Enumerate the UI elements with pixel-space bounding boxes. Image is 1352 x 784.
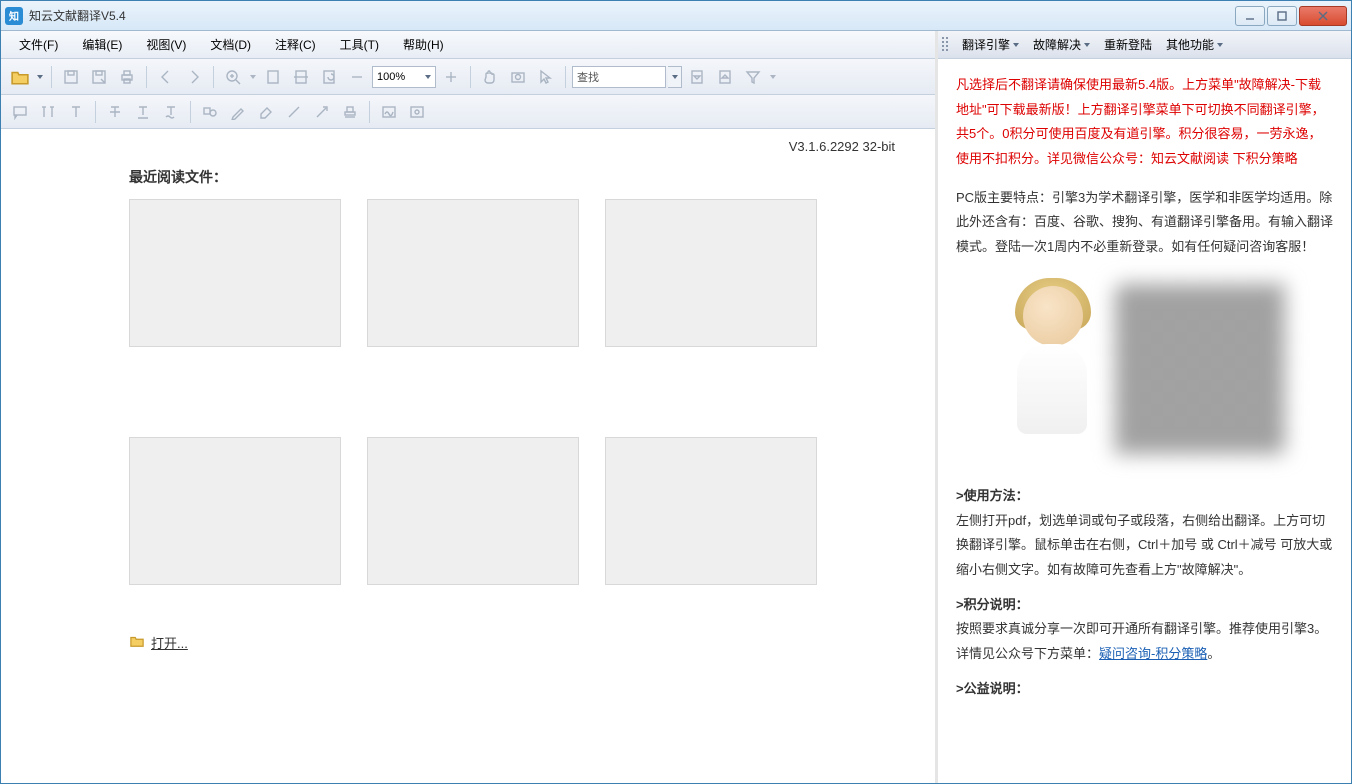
notice-text: 凡选择后不翻译请确保使用最新5.4版。上方菜单"故障解决-下载地址"可下载最新版… [956, 73, 1333, 172]
open-button[interactable] [7, 64, 33, 90]
menu-view[interactable]: 视图(V) [136, 33, 196, 56]
search-input[interactable]: 查找 [572, 66, 666, 88]
points-text: 按照要求真诚分享一次即可开通所有翻译引擎。推荐使用引擎3。详情见公众号下方菜单：… [956, 617, 1333, 666]
squiggly-button[interactable] [158, 99, 184, 125]
features-text: PC版主要特点：引擎3为学术翻译引擎，医学和非医学均适用。除此外还含有：百度、谷… [956, 186, 1333, 260]
zoom-out-small-button[interactable] [344, 64, 370, 90]
minimize-button[interactable] [1235, 6, 1265, 26]
person-illustration [995, 274, 1115, 454]
menu-engine[interactable]: 翻译引擎 [956, 33, 1025, 56]
menu-help[interactable]: 帮助(H) [393, 33, 454, 56]
window-title: 知云文献翻译V5.4 [29, 7, 1233, 24]
usage-title: >使用方法： [956, 484, 1333, 509]
maximize-button[interactable] [1267, 6, 1297, 26]
grip-icon [942, 37, 950, 53]
recent-file-thumb[interactable] [605, 437, 817, 585]
find-prev-button[interactable] [684, 64, 710, 90]
find-next-button[interactable] [712, 64, 738, 90]
toolbar-main: 100% 查找 [1, 59, 935, 95]
app-icon: 知 [5, 7, 23, 25]
menubar: 文件(F) 编辑(E) 视图(V) 文档(D) 注释(C) 工具(T) 帮助(H… [1, 31, 935, 59]
left-panel: 文件(F) 编辑(E) 视图(V) 文档(D) 注释(C) 工具(T) 帮助(H… [1, 31, 938, 783]
note-button[interactable] [7, 99, 33, 125]
fit-width-button[interactable] [288, 64, 314, 90]
hand-tool-button[interactable] [477, 64, 503, 90]
menu-edit[interactable]: 编辑(E) [72, 33, 132, 56]
sign-button[interactable] [376, 99, 402, 125]
rotate-button[interactable] [316, 64, 342, 90]
open-dropdown[interactable] [35, 75, 45, 79]
right-menubar: 翻译引擎 故障解决 重新登陆 其他功能 [938, 31, 1351, 59]
menu-relogin[interactable]: 重新登陆 [1098, 33, 1158, 56]
highlight-button[interactable] [63, 99, 89, 125]
titlebar: 知 知云文献翻译V5.4 [1, 1, 1351, 31]
menu-troubleshoot[interactable]: 故障解决 [1027, 33, 1096, 56]
translation-panel: 翻译引擎 故障解决 重新登陆 其他功能 凡选择后不翻译请确保使用最新5.4版。上… [938, 31, 1351, 783]
close-button[interactable] [1299, 6, 1347, 26]
filter-button[interactable] [740, 64, 766, 90]
stamp-button[interactable] [337, 99, 363, 125]
prev-page-button[interactable] [153, 64, 179, 90]
zoom-dropdown[interactable] [248, 75, 258, 79]
snapshot-button[interactable] [505, 64, 531, 90]
zoom-in-small-button[interactable] [438, 64, 464, 90]
save-button[interactable] [58, 64, 84, 90]
open-file-label: 打开... [151, 633, 188, 652]
menu-other[interactable]: 其他功能 [1160, 33, 1229, 56]
select-tool-button[interactable] [533, 64, 559, 90]
recent-file-thumb[interactable] [367, 199, 579, 347]
zoom-in-button[interactable] [220, 64, 246, 90]
menu-annotate[interactable]: 注释(C) [265, 33, 326, 56]
points-link[interactable]: 疑问咨询-积分策略 [1099, 646, 1207, 661]
menu-tools[interactable]: 工具(T) [330, 33, 389, 56]
menu-document[interactable]: 文档(D) [200, 33, 261, 56]
toolbar-annotate [1, 95, 935, 129]
open-file-link[interactable]: 打开... [129, 633, 188, 652]
recent-file-thumb[interactable] [605, 199, 817, 347]
recent-file-thumb[interactable] [129, 199, 341, 347]
search-dropdown[interactable] [668, 66, 682, 88]
document-area: V3.1.6.2292 32-bit 最近阅读文件： 打开... [1, 129, 935, 783]
save-as-button[interactable] [86, 64, 112, 90]
strikeout-button[interactable] [102, 99, 128, 125]
folder-icon [129, 634, 145, 651]
info-content: 凡选择后不翻译请确保使用最新5.4版。上方菜单"故障解决-下载地址"可下载最新版… [938, 59, 1351, 783]
recent-file-thumb[interactable] [129, 437, 341, 585]
underline-button[interactable] [130, 99, 156, 125]
shapes-button[interactable] [197, 99, 223, 125]
line-button[interactable] [281, 99, 307, 125]
arrow-button[interactable] [309, 99, 335, 125]
menu-file[interactable]: 文件(F) [9, 33, 68, 56]
pencil-button[interactable] [225, 99, 251, 125]
usage-text: 左侧打开pdf，划选单词或句子或段落，右侧给出翻译。上方可切换翻译引擎。鼠标单击… [956, 509, 1333, 583]
points-title: >积分说明： [956, 593, 1333, 618]
text-select-button[interactable] [35, 99, 61, 125]
eraser-button[interactable] [253, 99, 279, 125]
app-window: 知 知云文献翻译V5.4 文件(F) 编辑(E) 视图(V) 文档(D) 注释(… [0, 0, 1352, 784]
qr-image [995, 274, 1295, 474]
charity-title: >公益说明： [956, 677, 1333, 702]
recent-files-title: 最近阅读文件： [129, 167, 895, 187]
recent-file-thumb[interactable] [367, 437, 579, 585]
attach-button[interactable] [404, 99, 430, 125]
window-controls [1233, 6, 1347, 26]
version-label: V3.1.6.2292 32-bit [789, 139, 895, 154]
filter-dropdown[interactable] [768, 75, 778, 79]
print-button[interactable] [114, 64, 140, 90]
recent-files-grid [129, 199, 895, 585]
next-page-button[interactable] [181, 64, 207, 90]
main-area: 文件(F) 编辑(E) 视图(V) 文档(D) 注释(C) 工具(T) 帮助(H… [1, 31, 1351, 783]
qr-code [1115, 284, 1285, 454]
zoom-level-box[interactable]: 100% [372, 66, 436, 88]
fit-page-button[interactable] [260, 64, 286, 90]
